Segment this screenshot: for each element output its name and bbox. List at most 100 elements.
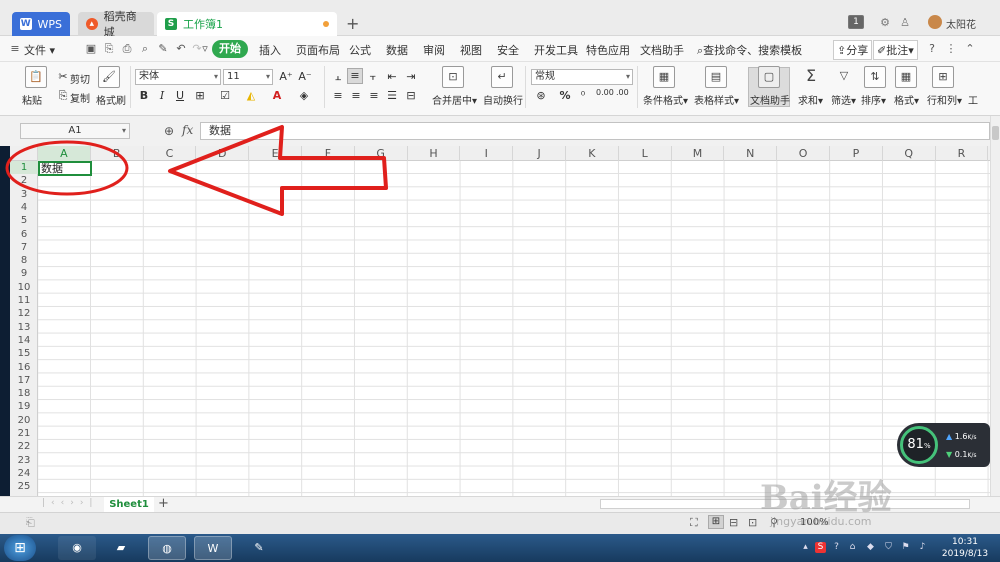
indent-decrease-icon[interactable]: ⇤ bbox=[385, 70, 399, 84]
font-color-icon[interactable]: A bbox=[270, 89, 284, 103]
row-header-18[interactable]: 18 bbox=[10, 387, 38, 400]
decrease-font-icon[interactable]: A⁻ bbox=[298, 70, 312, 84]
wrap-text-icon[interactable]: ↵ bbox=[491, 66, 513, 88]
row-header-24[interactable]: 24 bbox=[10, 467, 38, 480]
copy-icon[interactable]: ⎘ bbox=[56, 89, 70, 103]
tray-sogou-icon[interactable]: S bbox=[815, 542, 826, 553]
increase-decimal-button[interactable]: .00 bbox=[616, 89, 629, 97]
zoom-formula-icon[interactable]: ⊕ bbox=[164, 124, 174, 138]
row-header-9[interactable]: 9 bbox=[10, 267, 38, 280]
format-icon[interactable]: ▦ bbox=[895, 66, 917, 88]
row-header-7[interactable]: 7 bbox=[10, 241, 38, 254]
menu-view[interactable]: 视图 bbox=[460, 42, 482, 58]
taskbar-wps-icon[interactable]: W bbox=[194, 536, 232, 560]
menu-start[interactable]: 开始 bbox=[212, 40, 248, 58]
menu-security[interactable]: 安全 bbox=[497, 42, 519, 58]
page-break-view-icon[interactable]: ⊟ bbox=[729, 516, 738, 529]
column-header-b[interactable]: B bbox=[91, 146, 144, 161]
worksheet-button[interactable]: 工 bbox=[968, 92, 978, 107]
page-count-badge[interactable]: 1 bbox=[848, 15, 864, 29]
row-header-10[interactable]: 10 bbox=[10, 281, 38, 294]
menu-review[interactable]: 审阅 bbox=[423, 42, 445, 58]
scroll-thumb[interactable] bbox=[992, 126, 999, 140]
tray-volume-icon[interactable]: ♪ bbox=[917, 542, 928, 553]
eye-protect-icon[interactable]: ⛶ bbox=[690, 516, 698, 530]
column-header-e[interactable]: E bbox=[249, 146, 302, 161]
skin-icon[interactable]: ♙ bbox=[898, 16, 912, 30]
rows-cols-icon[interactable]: ⊞ bbox=[932, 66, 954, 88]
more-icon[interactable]: ⋮ bbox=[944, 42, 958, 56]
font-size-select[interactable]: 11 ▾ bbox=[223, 69, 273, 85]
spellcheck-icon[interactable]: ✎ bbox=[156, 42, 170, 56]
column-header-a[interactable]: A bbox=[38, 146, 91, 161]
doc-assistant-icon[interactable]: ▢ bbox=[758, 66, 780, 88]
avatar[interactable] bbox=[928, 15, 942, 29]
comment-button[interactable]: ✐批注▾ bbox=[873, 40, 918, 60]
active-cell[interactable]: 数据 bbox=[38, 161, 92, 176]
sum-button[interactable]: 求和▾ bbox=[798, 92, 823, 107]
conditional-format-button[interactable]: 条件格式▾ bbox=[643, 92, 688, 107]
tab-workbook[interactable]: S 工作簿1 bbox=[157, 12, 337, 36]
bold-icon[interactable]: B bbox=[137, 89, 151, 103]
column-header-n[interactable]: N bbox=[724, 146, 778, 161]
sum-icon[interactable]: Σ bbox=[800, 66, 822, 88]
merge-center-button[interactable]: 合并居中▾ bbox=[432, 92, 477, 107]
menu-doc-assistant[interactable]: 文档助手 bbox=[640, 42, 684, 58]
macro-icon[interactable]: ⎗ bbox=[26, 516, 35, 530]
vertical-scrollbar[interactable] bbox=[990, 116, 1000, 510]
align-right-icon[interactable]: ≡ bbox=[367, 89, 381, 103]
add-sheet-button[interactable]: + bbox=[158, 496, 169, 511]
row-header-4[interactable]: 4 bbox=[10, 201, 38, 214]
font-name-select[interactable]: 宋体 ▾ bbox=[135, 69, 221, 85]
column-header-m[interactable]: M bbox=[672, 146, 725, 161]
format-painter-icon[interactable]: 🖌 bbox=[98, 66, 120, 88]
merge-center-icon[interactable]: ⊡ bbox=[442, 66, 464, 88]
doc-assistant-button[interactable]: 文档助手 bbox=[750, 92, 790, 107]
rows-cols-button[interactable]: 行和列▾ bbox=[927, 92, 962, 107]
currency-icon[interactable]: ⊛ bbox=[534, 89, 548, 103]
user-name[interactable]: 太阳花 bbox=[946, 16, 976, 31]
sheet-nav-arrows-icon[interactable]: |‹‹››| bbox=[42, 498, 98, 508]
row-header-5[interactable]: 5 bbox=[10, 214, 38, 227]
menu-data[interactable]: 数据 bbox=[386, 42, 408, 58]
column-header-p[interactable]: P bbox=[830, 146, 883, 161]
spreadsheet-grid[interactable]: ABCDEFGHIJKLMNOPQR 1 2 3 4 5 6 7 8 9 10 11 12 13 14 15… bbox=[10, 146, 990, 496]
row-header-25[interactable]: 25 bbox=[10, 480, 38, 493]
border-icon[interactable]: ⊞ bbox=[193, 89, 207, 103]
reading-view-icon[interactable]: ⊡ bbox=[748, 516, 757, 529]
save-icon[interactable]: ▣ bbox=[84, 42, 98, 56]
clear-format-icon[interactable]: ◈ bbox=[297, 89, 311, 103]
column-header-r[interactable]: R bbox=[936, 146, 989, 161]
row-header-3[interactable]: 3 bbox=[10, 188, 38, 201]
menu-developer[interactable]: 开发工具 bbox=[534, 42, 578, 58]
tab-docer-store[interactable]: ▴ 稻壳商城 bbox=[78, 10, 154, 39]
cell-area[interactable] bbox=[38, 161, 990, 496]
filter-icon[interactable]: ▽ bbox=[833, 66, 855, 88]
copy-button[interactable]: 复制 bbox=[70, 90, 90, 105]
column-header-f[interactable]: F bbox=[302, 146, 355, 161]
taskbar-explorer-icon[interactable]: ▰ bbox=[102, 536, 140, 560]
select-all-corner[interactable] bbox=[10, 146, 38, 161]
start-button[interactable]: ⊞ bbox=[4, 535, 36, 561]
row-header-16[interactable]: 16 bbox=[10, 361, 38, 374]
column-header-o[interactable]: O bbox=[777, 146, 830, 161]
row-header-1[interactable]: 1 bbox=[10, 161, 38, 174]
file-menu[interactable]: 文件 ▾ bbox=[24, 42, 55, 58]
decrease-decimal-button[interactable]: 0.00 bbox=[596, 89, 614, 97]
column-header-h[interactable]: H bbox=[408, 146, 461, 161]
table-style-button[interactable]: 表格样式▾ bbox=[694, 92, 739, 107]
column-header-c[interactable]: C bbox=[144, 146, 197, 161]
row-header-15[interactable]: 15 bbox=[10, 347, 38, 360]
percent-button[interactable]: % bbox=[558, 89, 572, 103]
format-button[interactable]: 格式▾ bbox=[894, 92, 919, 107]
row-header-14[interactable]: 14 bbox=[10, 334, 38, 347]
indent-increase-icon[interactable]: ⇥ bbox=[404, 70, 418, 84]
column-header-j[interactable]: J bbox=[513, 146, 566, 161]
column-header-q[interactable]: Q bbox=[883, 146, 936, 161]
thousands-separator-icon[interactable]: ⁰ bbox=[576, 89, 590, 103]
filter-button[interactable]: 筛选▾ bbox=[831, 92, 856, 107]
taskbar-browser-icon[interactable]: ◉ bbox=[58, 536, 96, 560]
row-header-17[interactable]: 17 bbox=[10, 374, 38, 387]
fill-color-icon[interactable]: ◭ bbox=[244, 89, 258, 103]
new-tab-button[interactable]: + bbox=[346, 14, 359, 33]
